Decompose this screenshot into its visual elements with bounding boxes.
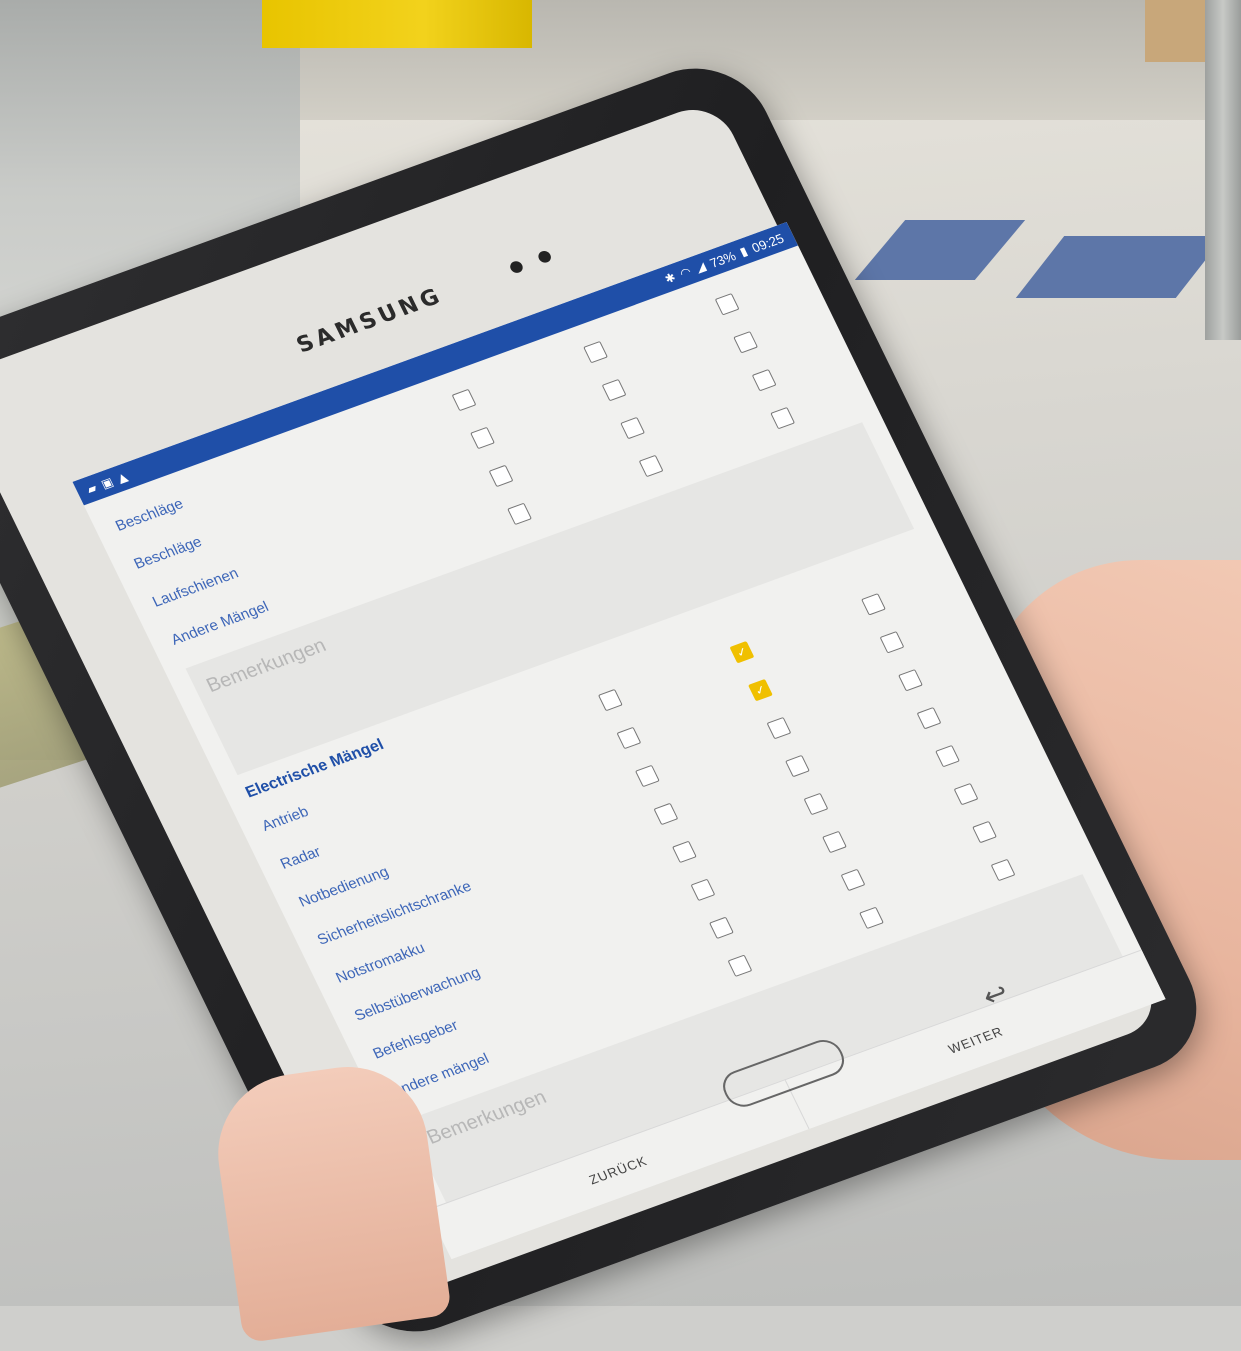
signal-icon: ◢: [692, 259, 708, 276]
checkbox[interactable]: [601, 378, 627, 402]
checkbox[interactable]: [916, 706, 942, 730]
bluetooth-icon: ✱: [662, 270, 679, 287]
checkbox[interactable]: [671, 840, 697, 864]
battery-level: 73%: [707, 247, 739, 271]
checkbox[interactable]: [470, 426, 495, 450]
checkbox[interactable]: [733, 331, 759, 354]
checkbox[interactable]: [751, 368, 777, 392]
wifi-icon: ◠: [677, 264, 694, 281]
checkbox[interactable]: [597, 688, 623, 712]
checkbox[interactable]: [690, 878, 716, 902]
battery-icon: ▮: [737, 243, 750, 259]
checkbox[interactable]: [583, 340, 608, 364]
checkbox-checked[interactable]: ✓: [729, 640, 755, 664]
checkbox[interactable]: [785, 754, 810, 778]
checkbox[interactable]: [727, 954, 753, 977]
notification-icon: ▰: [84, 480, 100, 497]
checkbox[interactable]: [451, 388, 477, 412]
checkbox[interactable]: [714, 293, 740, 316]
checkbox[interactable]: [620, 416, 646, 440]
checkbox[interactable]: [803, 792, 829, 816]
checkbox[interactable]: [507, 502, 532, 526]
checkbox[interactable]: [766, 716, 792, 740]
checkbox[interactable]: [840, 868, 866, 892]
checkbox-checked[interactable]: ✓: [748, 678, 773, 702]
checkbox[interactable]: [898, 669, 923, 692]
photo-icon: ▣: [98, 474, 116, 492]
cardboard-boxes: [1145, 0, 1205, 62]
checkbox[interactable]: [879, 631, 905, 654]
pillar: [1205, 0, 1241, 340]
checkbox[interactable]: [935, 744, 960, 768]
checkbox[interactable]: [990, 858, 1016, 882]
warning-icon: ▲: [115, 469, 130, 486]
checkbox[interactable]: [634, 764, 660, 788]
checkbox[interactable]: [616, 726, 642, 750]
checkbox[interactable]: [488, 464, 514, 488]
checkbox[interactable]: [822, 830, 847, 854]
checkbox[interactable]: [953, 782, 979, 806]
checkbox[interactable]: [638, 454, 664, 478]
yellow-door: [262, 0, 532, 48]
checkbox[interactable]: [653, 802, 679, 826]
checkbox[interactable]: [861, 593, 886, 616]
checkbox[interactable]: [709, 916, 734, 940]
checkbox[interactable]: [972, 820, 997, 844]
checkbox[interactable]: [859, 906, 884, 930]
checkbox[interactable]: [770, 406, 796, 430]
